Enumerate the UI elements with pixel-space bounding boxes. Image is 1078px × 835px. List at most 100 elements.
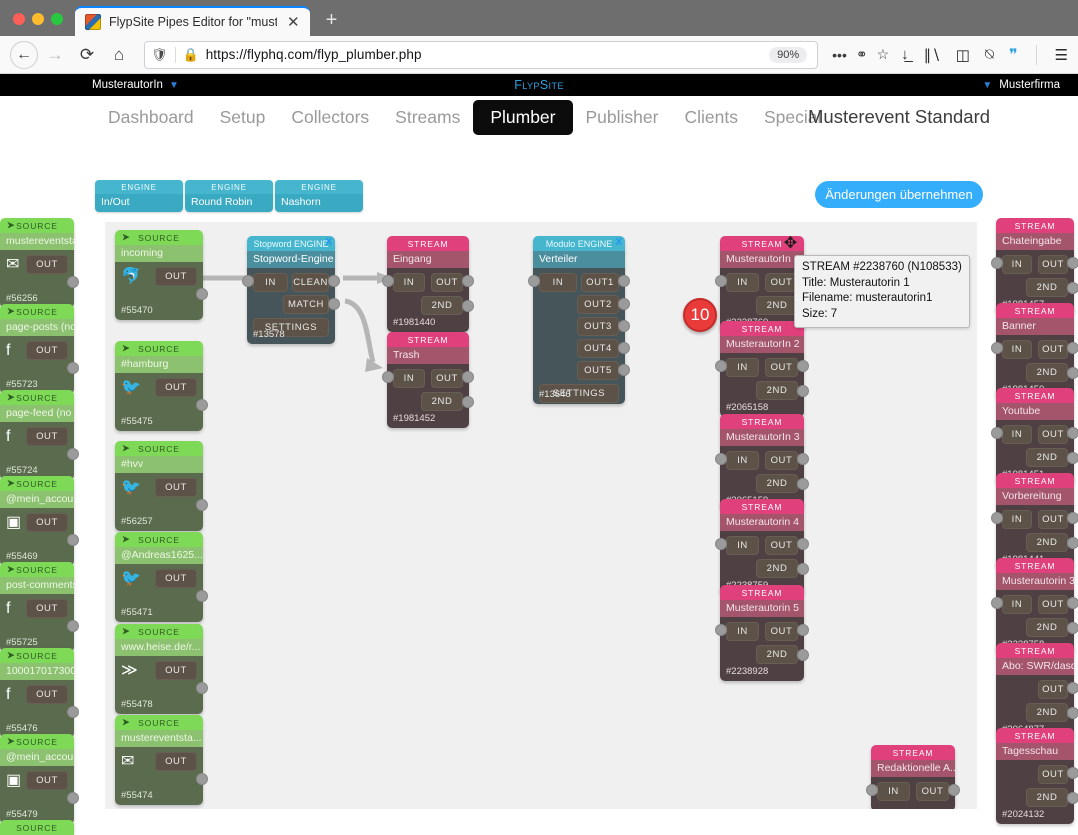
nav-setup[interactable]: Setup xyxy=(207,101,279,134)
source-node[interactable]: SOURCE➤1000170173004... f OUT #55476 xyxy=(0,648,79,738)
engine-node-stopword[interactable]: Stopword ENGINE X Stopword-Engine IN CLEAN MA… xyxy=(242,236,340,344)
out-port[interactable]: OUT xyxy=(1038,510,1068,529)
port-knob[interactable] xyxy=(67,620,79,632)
port-knob[interactable] xyxy=(196,590,208,602)
second-port[interactable]: 2ND xyxy=(1026,363,1068,382)
port-knob[interactable] xyxy=(1067,257,1078,269)
port-knob[interactable] xyxy=(196,288,208,300)
in-port[interactable]: IN xyxy=(726,358,759,377)
port-knob[interactable] xyxy=(196,499,208,511)
nav-plumber[interactable]: Plumber xyxy=(473,99,573,135)
second-port[interactable]: 2ND xyxy=(756,381,798,400)
out-port[interactable]: OUT xyxy=(26,685,68,704)
maximize-window-button[interactable] xyxy=(51,13,63,25)
port-knob[interactable] xyxy=(1067,682,1078,694)
downloads-icon[interactable]: ↓̲ xyxy=(901,46,909,63)
second-port[interactable]: 2ND xyxy=(1026,703,1068,722)
out-port[interactable]: OUT xyxy=(1038,255,1068,274)
source-node[interactable]: SOURCE ➤ @Andreas1625... 🐦 OUT #55471 xyxy=(115,532,208,622)
in-port[interactable]: IN xyxy=(539,273,577,292)
port-knob[interactable] xyxy=(991,257,1003,269)
port-knob[interactable] xyxy=(618,342,630,354)
port-knob[interactable] xyxy=(67,792,79,804)
bookmark-star-icon[interactable]: ☆ xyxy=(877,46,890,63)
out-port[interactable]: OUT xyxy=(916,782,949,801)
close-icon[interactable]: X xyxy=(615,237,622,248)
out2-port[interactable]: OUT2 xyxy=(577,295,619,314)
port-knob[interactable] xyxy=(991,427,1003,439)
home-button[interactable]: ⌂ xyxy=(104,40,134,70)
stream-node[interactable]: STREAM Redaktionelle A... IN OUT xyxy=(866,745,960,809)
stream-node[interactable]: STREAM Eingang IN OUT 2ND #1981440 xyxy=(382,236,474,332)
out-port[interactable]: OUT xyxy=(431,273,463,292)
out-port[interactable]: OUT xyxy=(765,536,798,555)
in-port[interactable]: IN xyxy=(253,273,289,292)
close-window-button[interactable] xyxy=(13,13,25,25)
stream-node[interactable]: STREAM Musterautorin 5 IN OUT 2ND #2238928 xyxy=(715,585,809,681)
port-knob[interactable] xyxy=(196,399,208,411)
out-port[interactable]: OUT xyxy=(431,369,463,388)
second-port[interactable]: 2ND xyxy=(1026,533,1068,552)
second-port[interactable]: 2ND xyxy=(756,559,798,578)
port-knob[interactable] xyxy=(991,597,1003,609)
match-port[interactable]: MATCH xyxy=(283,295,329,314)
engine-button-roundrobin[interactable]: ENGINE Round Robin xyxy=(185,180,273,212)
out-port[interactable]: OUT xyxy=(765,451,798,470)
out-port[interactable]: OUT xyxy=(1038,765,1068,784)
stream-node[interactable]: STREAMAbo: SWR/dasd...OUT2ND#2064877 xyxy=(996,643,1078,739)
out4-port[interactable]: OUT4 xyxy=(577,339,619,358)
port-knob[interactable] xyxy=(1067,342,1078,354)
out-port[interactable]: OUT xyxy=(155,752,197,771)
port-knob[interactable] xyxy=(991,342,1003,354)
source-node[interactable]: SOURCE ➤ incoming 🐬 OUT #55470 xyxy=(115,230,208,320)
out-port[interactable]: OUT xyxy=(155,569,197,588)
in-port[interactable]: IN xyxy=(1002,425,1032,444)
stream-node[interactable]: STREAMMusterautorin 3INOUT2ND#2238758 xyxy=(991,558,1078,654)
nav-publisher[interactable]: Publisher xyxy=(573,101,672,134)
forward-button[interactable]: → xyxy=(40,40,70,70)
out-port[interactable]: OUT xyxy=(26,771,68,790)
url-bar[interactable]: 🛡 🔒 https://flyphq.com/flyp_plumber.php … xyxy=(144,40,819,69)
out-port[interactable]: OUT xyxy=(1038,425,1068,444)
in-port[interactable]: IN xyxy=(393,273,425,292)
port-knob[interactable] xyxy=(797,649,809,661)
right-stream-rail[interactable]: STREAMChateingabeINOUT2ND#1981457STREAMB… xyxy=(991,218,1078,824)
source-node[interactable]: SOURCE➤page-posts (no... f OUT #55723 xyxy=(0,304,79,394)
library-icon[interactable]: ∥∖ xyxy=(924,46,941,64)
out-port[interactable]: OUT xyxy=(26,513,68,532)
out-port[interactable]: OUT xyxy=(155,378,197,397)
second-port[interactable]: 2ND xyxy=(1026,788,1068,807)
port-knob[interactable] xyxy=(1067,597,1078,609)
port-knob[interactable] xyxy=(382,275,394,287)
port-knob[interactable] xyxy=(948,784,960,796)
close-icon[interactable]: X xyxy=(325,237,332,248)
out-port[interactable]: OUT xyxy=(26,599,68,618)
in-port[interactable]: IN xyxy=(1002,340,1032,359)
page-actions-icon[interactable]: ••• xyxy=(832,47,847,63)
out-port[interactable]: OUT xyxy=(1038,680,1068,699)
stream-node[interactable]: STREAM Tagesschau OUT 2ND #2024132 xyxy=(996,728,1078,824)
zoom-level-badge[interactable]: 90% xyxy=(769,46,808,63)
source-node[interactable]: SOURCE➤@mein_account... ▣OUT #55479 xyxy=(0,734,79,824)
source-node[interactable]: SOURCE➤@mein_account... ▣OUT #55469 xyxy=(0,476,79,566)
port-knob[interactable] xyxy=(618,275,630,287)
second-port[interactable]: 2ND xyxy=(421,296,463,315)
source-node[interactable]: SOURCE➤post-comments... f OUT #55725 xyxy=(0,562,79,652)
in-port[interactable]: IN xyxy=(393,369,425,388)
source-node[interactable]: SOURCE ➤ #hamburg 🐦 OUT #55475 xyxy=(115,341,208,431)
window-controls[interactable] xyxy=(0,13,75,36)
port-knob[interactable] xyxy=(67,706,79,718)
nav-collectors[interactable]: Collectors xyxy=(278,101,382,134)
pocket-icon[interactable]: ⚭ xyxy=(856,46,868,63)
port-knob[interactable] xyxy=(462,396,474,408)
port-knob[interactable] xyxy=(1067,792,1078,804)
in-port[interactable]: IN xyxy=(1002,595,1032,614)
in-port[interactable]: IN xyxy=(1002,255,1032,274)
port-knob[interactable] xyxy=(991,512,1003,524)
engine-node-modulo[interactable]: Modulo ENGINE X Verteiler IN OUT1 OUT2 OUT3 OUT… xyxy=(528,236,630,404)
browser-tab[interactable]: FlypSite Pipes Editor for "muste ✕ xyxy=(75,6,310,36)
port-knob[interactable] xyxy=(67,362,79,374)
chevron-down-icon[interactable]: ▼ xyxy=(982,80,992,91)
port-knob[interactable] xyxy=(797,453,809,465)
out-port[interactable]: OUT xyxy=(155,478,197,497)
